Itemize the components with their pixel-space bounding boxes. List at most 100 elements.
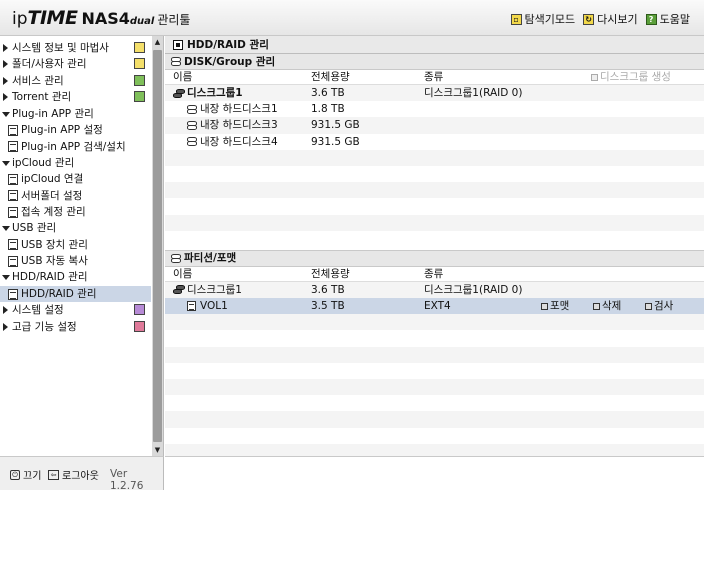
hard-disk-icon	[187, 137, 197, 147]
sidebar-item-12[interactable]: USB 장치 관리	[0, 237, 151, 253]
sidebar-item-13[interactable]: USB 자동 복사	[0, 253, 151, 269]
row-name: VOL1	[200, 300, 228, 313]
row-name: 디스크그룹1	[187, 87, 243, 99]
row-name-cell: VOL1	[187, 298, 228, 314]
hard-disk-icon	[187, 120, 197, 130]
sidebar-item-17[interactable]: 고급 기능 설정	[0, 319, 151, 335]
empty-row	[165, 330, 704, 346]
power-off-button[interactable]: ⏻ 끄기	[10, 467, 41, 482]
row-capacity: 1.8 TB	[311, 103, 345, 116]
page-icon	[8, 124, 18, 136]
sidebar-item-2[interactable]: 서비스 관리	[0, 73, 151, 89]
main-footer-area	[165, 456, 704, 490]
sidebar-item-5[interactable]: Plug-in APP 설정	[0, 122, 151, 138]
sidebar-item-label: Plug-in APP 관리	[12, 107, 94, 120]
table-header: 이름 전체용량 종류	[165, 266, 704, 282]
table-row[interactable]: 내장 하드디스크1 1.8 TB	[165, 101, 704, 117]
empty-row	[165, 428, 704, 444]
power-off-label: 끄기	[23, 471, 42, 482]
scroll-up-arrow-icon[interactable]: ▲	[152, 36, 163, 48]
empty-row	[165, 166, 704, 182]
disk-group-icon	[173, 88, 185, 98]
sidebar-item-15[interactable]: HDD/RAID 관리	[0, 285, 151, 303]
explorer-icon: ▫	[510, 13, 522, 25]
delete-label: 삭제	[602, 300, 622, 313]
disk-group-icon	[173, 285, 185, 295]
category-icon	[134, 74, 145, 86]
category-icon	[134, 91, 145, 103]
format-button[interactable]: 포맷	[541, 298, 569, 314]
row-name-cell: 디스크그룹1	[173, 282, 242, 298]
sidebar-item-6[interactable]: Plug-in APP 검색/설치	[0, 138, 151, 154]
menu-tree: 시스템 정보 및 마법사폴더/사용자 관리서비스 관리 Torrent 관리 Plu…	[0, 40, 151, 335]
logo-time: TIME	[27, 7, 78, 29]
empty-row	[165, 346, 704, 363]
col-type: 종류	[424, 71, 444, 83]
row-name-cell: 내장 하드디스크1	[187, 101, 278, 117]
delete-button[interactable]: 삭제	[593, 298, 621, 314]
sidebar-item-label: 시스템 정보 및 마법사	[12, 42, 109, 54]
category-icon	[134, 42, 145, 53]
sidebar-item-7[interactable]: ipCloud 관리	[0, 155, 151, 171]
iptime-logo: ipTIME NAS4dual 관리툴	[12, 7, 190, 29]
logout-button[interactable]: ⇦ 로그아웃	[48, 467, 99, 482]
scroll-thumb[interactable]	[153, 50, 162, 442]
sidebar-item-1[interactable]: 폴더/사용자 관리	[0, 56, 151, 72]
sidebar-item-14[interactable]: HDD/RAID 관리	[0, 269, 151, 285]
sidebar-item-label: 시스템 설정	[12, 304, 64, 317]
table-row[interactable]: 디스크그룹1 3.6 TB 디스크그룹1(RAID 0)	[165, 281, 704, 299]
format-label: 포맷	[550, 300, 570, 313]
empty-row	[165, 379, 704, 396]
refresh-link[interactable]: ↻ 다시보기	[583, 11, 638, 27]
empty-row	[165, 411, 704, 428]
disk-group-panel-title: DISK/Group 관리	[184, 55, 276, 68]
page-title: HDD/RAID 관리	[187, 38, 269, 51]
sidebar-item-label: Plug-in APP 설정	[21, 124, 103, 137]
empty-row	[165, 314, 704, 331]
main-content: HDD/RAID 관리 DISK/Group 관리 이름 전체용량 종류 디스크…	[165, 36, 704, 460]
col-name: 이름	[173, 71, 193, 83]
table-row[interactable]: 디스크그룹1 3.6 TB 디스크그룹1(RAID 0)	[165, 85, 704, 102]
sidebar-item-label: ipCloud 연결	[21, 173, 84, 186]
sidebar-item-11[interactable]: USB 관리	[0, 220, 151, 236]
page-icon	[8, 255, 18, 267]
refresh-label: 다시보기	[597, 13, 638, 26]
col-name: 이름	[173, 267, 193, 280]
sidebar-item-4[interactable]: Plug-in APP 관리	[0, 106, 151, 122]
sidebar-item-label: 폴더/사용자 관리	[12, 58, 87, 71]
sidebar-item-9[interactable]: 서버폴더 설정	[0, 188, 151, 204]
sidebar-item-label: HDD/RAID 관리	[21, 288, 97, 301]
sidebar-item-3[interactable]: Torrent 관리	[0, 89, 151, 105]
scroll-down-arrow-icon[interactable]: ▼	[152, 444, 163, 456]
sidebar-scrollbar[interactable]: ▲ ▼	[152, 36, 163, 456]
row-name-cell: 디스크그룹1	[173, 85, 243, 101]
logo-dual: dual	[129, 16, 155, 27]
check-button[interactable]: 검사	[645, 298, 673, 314]
page-icon	[8, 190, 18, 202]
partition-panel-title: 파티션/포맷	[184, 252, 237, 265]
partition-table: 이름 전체용량 종류 디스크그룹1 3.6 TB 디스크그룹1(RAID 0) VOL…	[165, 266, 704, 460]
row-type: 디스크그룹1(RAID 0)	[424, 87, 523, 99]
sidebar-item-8[interactable]: ipCloud 연결	[0, 171, 151, 187]
empty-row	[165, 198, 704, 214]
table-row[interactable]: VOL1 3.5 TB EXT4 포맷 삭제 검사	[165, 298, 704, 315]
help-link[interactable]: ? 도움말	[645, 11, 690, 27]
explorer-mode-link[interactable]: ▫ 탐색기모드	[510, 11, 575, 27]
refresh-icon: ↻	[583, 13, 595, 25]
create-disk-group-button[interactable]: 디스크그룹 생성	[591, 70, 671, 85]
sidebar-item-10[interactable]: 접속 계정 관리	[0, 204, 151, 220]
row-capacity: 931.5 GB	[311, 135, 360, 148]
empty-row	[165, 231, 704, 247]
row-name: 내장 하드디스크3	[200, 119, 278, 132]
sidebar-footer: ⏻ 끄기 ⇦ 로그아웃 Ver 1.2.76	[0, 456, 164, 492]
sidebar-item-label: 서비스 관리	[12, 74, 64, 87]
check-icon	[645, 302, 652, 310]
table-row[interactable]: 내장 하드디스크3 931.5 GB	[165, 117, 704, 134]
sidebar-item-16[interactable]: 시스템 설정	[0, 302, 151, 318]
col-type: 종류	[424, 267, 444, 280]
table-row[interactable]: 내장 하드디스크4 931.5 GB	[165, 134, 704, 150]
col-capacity: 전체용량	[311, 267, 350, 280]
disk-stack-icon	[171, 57, 181, 66]
row-name: 디스크그룹1	[187, 283, 242, 296]
sidebar-item-0[interactable]: 시스템 정보 및 마법사	[0, 40, 151, 56]
